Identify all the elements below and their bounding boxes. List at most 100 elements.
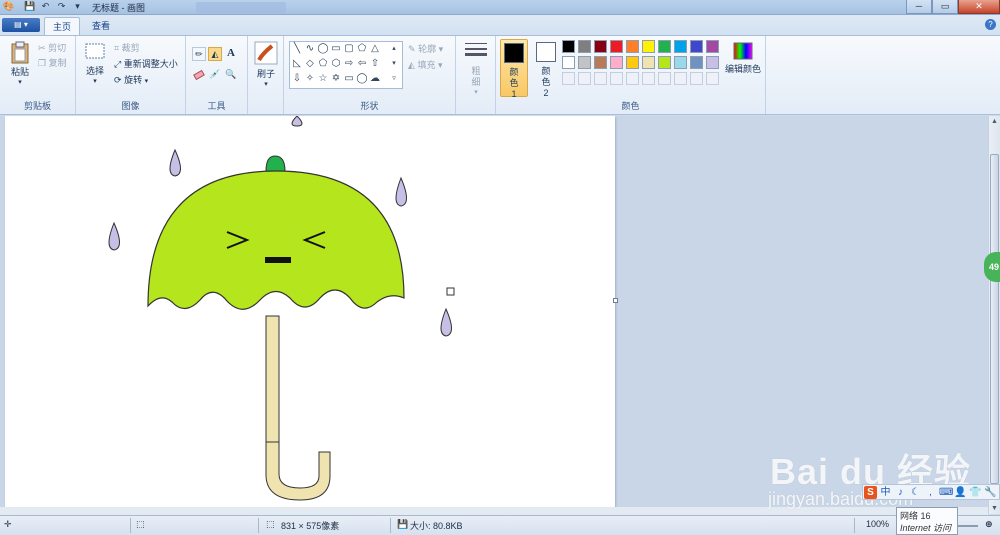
palette-swatch[interactable]	[706, 56, 719, 69]
palette-swatch[interactable]	[562, 56, 575, 69]
fill-tool[interactable]: ◭	[208, 47, 222, 61]
shape-right-arrow-icon[interactable]: ⇨	[343, 58, 355, 70]
cut-button[interactable]: ✂ 剪切	[38, 41, 66, 54]
scroll-thumb[interactable]	[990, 154, 999, 484]
palette-swatch[interactable]	[578, 40, 591, 53]
palette-swatch[interactable]	[594, 56, 607, 69]
color1-button[interactable]: 颜色 1	[500, 39, 528, 99]
color-picker-tool[interactable]: 💉	[208, 69, 222, 83]
rotate-dropdown-icon[interactable]: ▾	[145, 78, 149, 85]
tab-home[interactable]: 主页	[44, 17, 81, 36]
palette-swatch[interactable]	[642, 40, 655, 53]
pencil-tool[interactable]: ✏	[192, 47, 206, 61]
shape-diamond-icon[interactable]: ◇	[304, 58, 316, 70]
shape-up-arrow-icon[interactable]: ⇧	[369, 58, 381, 70]
text-tool[interactable]: A	[224, 47, 238, 61]
save-icon[interactable]: 💾	[24, 1, 35, 12]
shapes-expand-icon[interactable]: ▿	[388, 73, 400, 85]
shape-curve-icon[interactable]: ∿	[304, 43, 316, 55]
redo-icon[interactable]: ↷	[56, 1, 67, 12]
shape-hexagon-icon[interactable]: ⬡	[330, 58, 342, 70]
undo-icon[interactable]: ↶	[40, 1, 51, 12]
shape-left-arrow-icon[interactable]: ⇦	[356, 58, 368, 70]
shape-callout-cloud-icon[interactable]: ☁	[369, 73, 381, 85]
palette-swatch[interactable]	[674, 40, 687, 53]
customize-quick-access-icon[interactable]: ▾	[72, 1, 83, 12]
shape-star4-icon[interactable]: ✧	[304, 73, 316, 85]
palette-swatch[interactable]	[706, 40, 719, 53]
shape-rounded-rect-icon[interactable]: ▢	[343, 43, 355, 55]
moon-icon[interactable]: ☾	[909, 486, 922, 499]
punctuation-icon[interactable]: ♪	[894, 486, 907, 499]
palette-swatch[interactable]	[610, 40, 623, 53]
palette-swatch[interactable]	[578, 56, 591, 69]
shape-star5-icon[interactable]: ☆	[317, 73, 329, 85]
palette-swatch[interactable]	[690, 56, 703, 69]
crop-button[interactable]: ⌗ 裁剪	[114, 41, 140, 54]
vertical-scrollbar[interactable]: ▲ ▼	[988, 116, 1000, 514]
custom-color-slot[interactable]	[562, 72, 575, 85]
wrench-icon[interactable]: 🔧	[984, 486, 997, 499]
brushes-dropdown-icon[interactable]: ▾	[253, 80, 279, 88]
resize-button[interactable]: ⤢ 重新调整大小	[114, 57, 178, 70]
select-button[interactable]: 选择 ▾	[82, 42, 108, 85]
palette-swatch[interactable]	[626, 40, 639, 53]
magnifier-tool[interactable]: 🔍	[224, 69, 238, 83]
custom-color-slot[interactable]	[642, 72, 655, 85]
resize-handle-right[interactable]	[613, 298, 618, 303]
shape-callout-rect-icon[interactable]: ▭	[343, 73, 355, 85]
horizontal-scrollbar[interactable]	[0, 507, 988, 515]
size-button[interactable]: 粗细 ▾	[463, 41, 489, 96]
shapes-scroll-up-icon[interactable]: ▴	[388, 43, 400, 55]
paste-dropdown-icon[interactable]: ▾	[8, 78, 32, 86]
palette-swatch[interactable]	[594, 40, 607, 53]
shape-star6-icon[interactable]: ✡	[330, 73, 342, 85]
shape-line-icon[interactable]: ╲	[291, 43, 303, 55]
palette-swatch[interactable]	[674, 56, 687, 69]
shape-oval-icon[interactable]: ◯	[317, 43, 329, 55]
shapes-scroll-down-icon[interactable]: ▾	[388, 58, 400, 70]
tab-view[interactable]: 查看	[84, 17, 118, 36]
palette-swatch[interactable]	[562, 40, 575, 53]
custom-color-slot[interactable]	[690, 72, 703, 85]
zoom-in-icon[interactable]: ⊕	[985, 519, 993, 530]
palette-swatch[interactable]	[610, 56, 623, 69]
palette-swatch[interactable]	[658, 56, 671, 69]
notification-bubble[interactable]: 49	[984, 252, 1000, 282]
keyboard-icon[interactable]: ⌨	[939, 486, 953, 499]
shape-triangle-icon[interactable]: △	[369, 43, 381, 55]
fill-button[interactable]: ◭ 填充 ▾	[408, 58, 442, 71]
palette-swatch[interactable]	[626, 56, 639, 69]
custom-color-slot[interactable]	[594, 72, 607, 85]
select-dropdown-icon[interactable]: ▾	[82, 77, 108, 85]
comma-icon[interactable]: ,	[924, 486, 937, 499]
size-dropdown-icon[interactable]: ▾	[463, 88, 489, 96]
eraser-tool[interactable]	[192, 69, 206, 83]
minimize-button[interactable]: ─	[906, 0, 932, 14]
sogou-s-icon[interactable]: S	[864, 486, 877, 499]
paste-button[interactable]: 粘贴 ▾	[8, 40, 32, 86]
brushes-button[interactable]: 刷子 ▾	[253, 41, 279, 88]
help-icon[interactable]: ?	[985, 19, 996, 30]
shape-right-triangle-icon[interactable]: ◺	[291, 58, 303, 70]
outline-button[interactable]: ✎ 轮廓 ▾	[408, 42, 443, 55]
custom-color-slot[interactable]	[578, 72, 591, 85]
drawing-canvas[interactable]	[5, 116, 615, 511]
custom-color-slot[interactable]	[674, 72, 687, 85]
shape-down-arrow-icon[interactable]: ⇩	[291, 73, 303, 85]
custom-color-slot[interactable]	[626, 72, 639, 85]
scroll-down-icon[interactable]: ▼	[989, 503, 1000, 514]
ime-lang-toggle[interactable]: 中	[879, 486, 892, 499]
shape-rectangle-icon[interactable]: ▭	[330, 43, 342, 55]
rotate-button[interactable]: ⟳ 旋转 ▾	[114, 73, 148, 86]
user-icon[interactable]: 👤	[954, 486, 967, 499]
close-button[interactable]: ✕	[958, 0, 1000, 14]
shape-polygon-icon[interactable]: ⬠	[356, 43, 368, 55]
edit-colors-button[interactable]: 编辑颜色	[724, 42, 762, 75]
shapes-gallery[interactable]: ╲ ∿ ◯ ▭ ▢ ⬠ △ ◺ ◇ ⬠ ⬡ ⇨ ⇦ ⇧ ⇩ ✧ ☆ ✡ ▭ ◯ …	[289, 41, 403, 89]
paint-menu-button[interactable]: ▤ ▾	[2, 18, 40, 32]
shape-pentagon-icon[interactable]: ⬠	[317, 58, 329, 70]
palette-swatch[interactable]	[690, 40, 703, 53]
color2-button[interactable]: 颜色 2	[532, 39, 560, 98]
custom-color-slot[interactable]	[658, 72, 671, 85]
